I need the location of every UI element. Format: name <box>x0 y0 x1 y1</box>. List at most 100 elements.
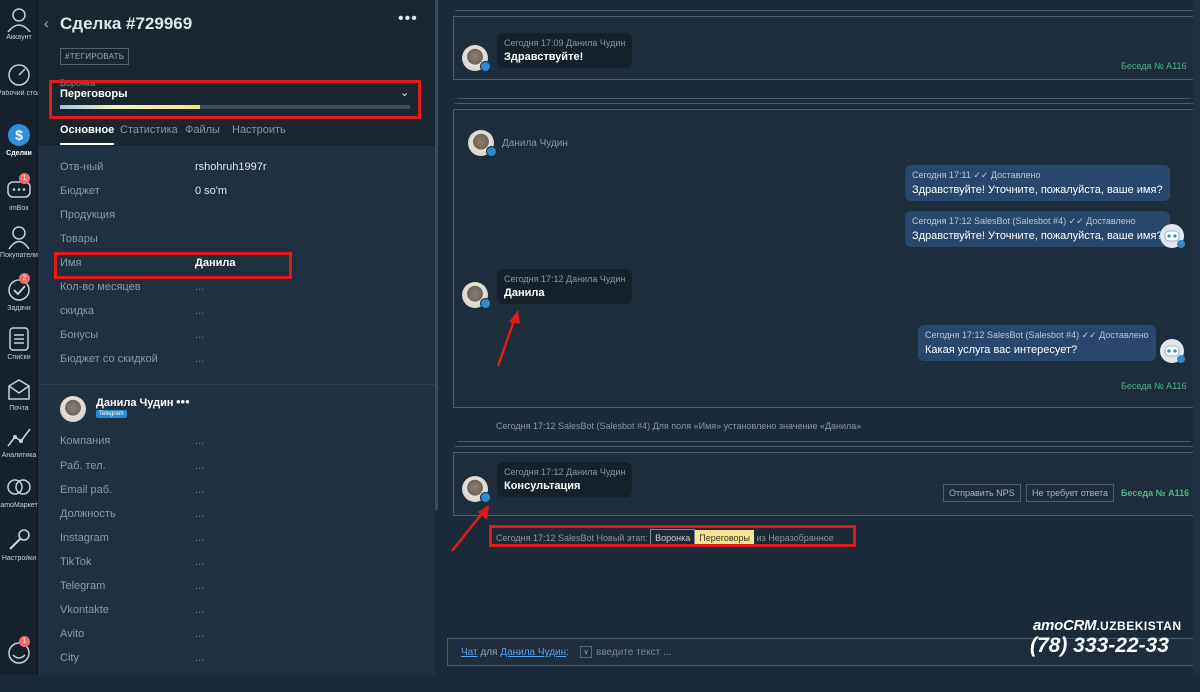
message-meta: Сегодня 17:12 SalesBot (Salesbot #4) ✓✓ … <box>925 330 1149 340</box>
nav-label-deals: Сделки <box>6 150 32 157</box>
message-text: Здравствуйте! <box>504 51 584 63</box>
highlight-box-name <box>54 252 292 279</box>
field-responsible: Отв-ный rshohruh1997r <box>60 161 420 181</box>
analytics-icon <box>7 428 31 447</box>
outgoing-message[interactable]: Сегодня 17:12 SalesBot (Salesbot #4) ✓✓ … <box>918 325 1156 361</box>
field-value[interactable]: ... <box>195 281 204 293</box>
chat-contact-link[interactable]: Данила Чудин <box>500 647 566 658</box>
tab-settings[interactable]: Настроить <box>232 124 286 136</box>
conversation-link[interactable]: Беседа № A116 <box>1121 381 1186 391</box>
field-value[interactable]: ... <box>195 353 204 365</box>
field-label: Продукция <box>60 209 116 221</box>
field-value[interactable]: ... <box>195 628 204 640</box>
field-value[interactable]: ... <box>195 580 204 592</box>
contact-more-icon[interactable]: ••• <box>176 394 190 409</box>
nav-label-lists: Списки <box>7 354 31 361</box>
contact-field-city: City... <box>60 652 420 672</box>
avatar[interactable] <box>468 130 497 157</box>
conversation-link[interactable]: Беседа № A116 <box>1121 61 1186 71</box>
send-nps-button[interactable]: Отправить NPS <box>943 484 1021 502</box>
field-budget-discount: Бюджет со скидкой... <box>60 353 420 373</box>
field-value[interactable]: ... <box>195 604 204 616</box>
field-label: Товары <box>60 233 98 245</box>
settings-icon <box>9 529 30 550</box>
nav-item-mail[interactable]: Почта <box>0 377 38 429</box>
message-meta: Сегодня 17:12 Данила Чудин <box>504 467 626 477</box>
message-text: Здравствуйте! Уточните, пожалуйста, ваше… <box>912 230 1163 242</box>
nav-item-support[interactable]: 1 <box>0 636 38 692</box>
contact-name[interactable]: Данила Чудин <box>96 397 173 409</box>
field-value[interactable]: ... <box>195 329 204 341</box>
avatar[interactable] <box>462 282 491 309</box>
no-reply-needed-button[interactable]: Не требует ответа <box>1026 484 1115 502</box>
nav-item-lists[interactable]: Списки <box>0 326 38 378</box>
field-label: Email раб. <box>60 484 113 496</box>
contact-field-instagram: Instagram... <box>60 532 420 552</box>
chevron-down-icon[interactable]: ∨ <box>580 646 592 658</box>
tab-statistics[interactable]: Статистика <box>120 124 178 136</box>
field-label: Telegram <box>60 580 106 592</box>
nav-item-account[interactable]: Аккаунт <box>0 6 38 58</box>
chat-for-text: для <box>480 647 498 658</box>
chat-type-link[interactable]: Чат <box>461 647 478 658</box>
outgoing-message[interactable]: Сегодня 17:11 ✓✓ Доставлено Здравствуйте… <box>905 165 1170 201</box>
right-scrollbar[interactable] <box>1193 0 1200 675</box>
brand-watermark: amoCRM.UZBEKISTAN (78) 333-22-33 <box>1030 612 1195 662</box>
field-label: City <box>60 652 79 664</box>
tab-main[interactable]: Основное <box>60 124 114 136</box>
nav-label-customers: Покупатели <box>0 252 38 259</box>
nav-item-deals[interactable]: $ Сделки <box>0 122 38 174</box>
field-value[interactable]: rshohruh1997r <box>195 161 267 173</box>
incoming-message[interactable]: Сегодня 17:12 Данила Чудин Консультация <box>497 462 633 497</box>
field-label: Компания <box>60 435 111 447</box>
back-arrow-icon[interactable]: ‹ <box>44 15 49 31</box>
avatar[interactable] <box>462 476 491 503</box>
card-contact-name[interactable]: Данила Чудин <box>502 138 568 149</box>
field-value[interactable]: 0 so'm <box>195 185 227 197</box>
nav-item-customers[interactable]: Покупатели <box>0 224 38 276</box>
deal-panel: ‹ Сделка #729969 ••• #ТЕГИРОВАТЬ Воронка… <box>38 0 435 675</box>
conversation-link[interactable]: Беседа № A116 <box>1121 488 1189 498</box>
telegram-icon <box>480 492 491 503</box>
nav-item-imbox[interactable]: 1 imBox <box>0 173 38 229</box>
incoming-message[interactable]: Сегодня 17:09 Данила Чудин Здравствуйте! <box>497 33 633 68</box>
tag-button[interactable]: #ТЕГИРОВАТЬ <box>60 48 130 65</box>
field-months: Кол-во месяцев... <box>60 281 420 301</box>
more-icon[interactable]: ••• <box>398 10 418 28</box>
field-value[interactable]: ... <box>195 532 204 544</box>
contact-field-company: Компания... <box>60 435 420 455</box>
customers-icon <box>8 226 30 250</box>
field-value[interactable]: ... <box>195 305 204 317</box>
chat-message-input[interactable] <box>596 641 916 663</box>
field-label: Кол-во месяцев <box>60 281 141 293</box>
telegram-badge: Telegram <box>96 410 127 418</box>
nav-item-settings[interactable]: Настройки <box>0 527 38 579</box>
field-value[interactable]: ... <box>195 460 204 472</box>
avatar[interactable] <box>60 396 86 422</box>
field-value[interactable]: ... <box>195 484 204 496</box>
outgoing-message[interactable]: Сегодня 17:12 SalesBot (Salesbot #4) ✓✓ … <box>905 211 1170 247</box>
avatar[interactable] <box>462 45 491 72</box>
nav-label-settings: Настройки <box>1 555 37 562</box>
nav-item-dashboard[interactable]: Рабочий стол <box>0 62 41 114</box>
message-text: Какая услуга вас интересует? <box>925 344 1078 356</box>
nav-item-analytics[interactable]: Аналитика <box>0 424 38 476</box>
field-label: Бюджет со скидкой <box>60 353 158 365</box>
nav-item-tasks[interactable]: 2 Задачи <box>0 273 38 329</box>
nav-label-mail: Почта <box>9 405 29 412</box>
field-label: Раб. тел. <box>60 460 106 472</box>
incoming-message[interactable]: Сегодня 17:12 Данила Чудин Данила <box>497 269 633 304</box>
nav-item-market[interactable]: amoМаркет <box>0 474 38 526</box>
tab-underline <box>60 143 114 145</box>
tab-files[interactable]: Файлы <box>185 124 220 136</box>
bot-avatar-icon <box>1160 339 1185 363</box>
field-value[interactable]: ... <box>195 652 204 664</box>
field-discount: скидка... <box>60 305 420 325</box>
message-meta: Сегодня 17:09 Данила Чудин <box>504 38 626 48</box>
field-value[interactable]: ... <box>195 435 204 447</box>
field-value[interactable]: ... <box>195 508 204 520</box>
tasks-badge: 2 <box>19 273 30 284</box>
imbox-badge: 1 <box>19 173 30 184</box>
contact-field-avito: Avito... <box>60 628 420 648</box>
field-value[interactable]: ... <box>195 556 204 568</box>
